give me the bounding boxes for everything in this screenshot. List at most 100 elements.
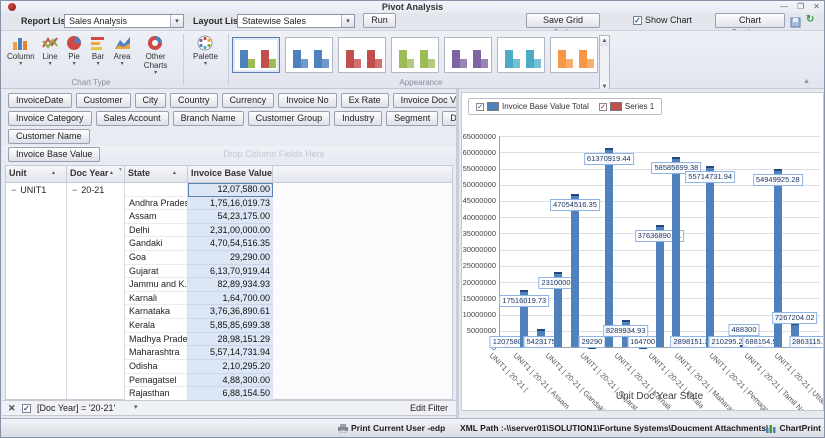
field-button-segment[interactable]: Segment (386, 111, 438, 126)
appearance-style-blue[interactable] (285, 37, 333, 73)
state-cell[interactable]: Karnali (125, 292, 188, 306)
doc-year-group-cell[interactable]: −20-21 (67, 183, 125, 399)
value-cell[interactable]: 5,57,14,731.94 (188, 346, 273, 360)
chart-designer-button[interactable]: Chart Designer (715, 13, 785, 28)
unit-group-cell[interactable]: −UNIT1 (6, 183, 67, 399)
appearance-style-green[interactable] (391, 37, 439, 73)
state-cell[interactable]: Jammu and K... (125, 278, 188, 292)
state-cell[interactable]: Delhi (125, 224, 188, 238)
value-cell[interactable]: 5,85,85,699.38 (188, 319, 273, 333)
area-chart-button[interactable]: Area ▾ (112, 34, 133, 77)
checkbox-check-icon[interactable]: ✓ (633, 16, 642, 25)
chart-bar[interactable] (706, 166, 714, 347)
state-cell[interactable]: Maharashtra (125, 346, 188, 360)
field-button-branch-name[interactable]: Branch Name (173, 111, 244, 126)
appearance-style-multicolor[interactable] (232, 37, 280, 73)
value-cell[interactable]: 3,76,36,890.61 (188, 305, 273, 319)
column-chart-button[interactable]: Column ▾ (5, 34, 37, 77)
value-cell[interactable]: 28,98,151.29 (188, 333, 273, 347)
scroll-up-icon[interactable]: ▲ (600, 36, 609, 46)
state-cell[interactable]: Karnataka (125, 305, 188, 319)
field-button-city[interactable]: City (135, 93, 167, 108)
appearance-style-orange[interactable] (550, 37, 598, 73)
field-button-currency[interactable]: Currency (222, 93, 275, 108)
value-cell[interactable]: 2,10,295.20 (188, 360, 273, 374)
field-button-invoice-no[interactable]: Invoice No (278, 93, 337, 108)
refresh-icon[interactable]: ↻ (806, 14, 814, 25)
edit-filter-link[interactable]: Edit Filter (410, 403, 448, 413)
field-button-ex-rate[interactable]: Ex Rate (341, 93, 389, 108)
value-cell[interactable]: 6,13,70,919.44 (188, 265, 273, 279)
field-button-sales-account[interactable]: Sales Account (96, 111, 169, 126)
column-header-value[interactable]: Invoice Base Value T... (188, 166, 273, 182)
column-header-state[interactable]: State▲ (125, 166, 188, 182)
state-cell[interactable]: Rajasthan (125, 387, 188, 401)
layout-list-combo[interactable]: Statewise Sales ▾ (237, 14, 355, 28)
value-cell[interactable]: 82,89,934.93 (188, 278, 273, 292)
field-button-invoice-category[interactable]: Invoice Category (8, 111, 92, 126)
column-drop-zone[interactable]: Invoice Base Value Drop Column Fields He… (2, 146, 456, 163)
minimize-icon[interactable]: — (780, 2, 788, 11)
state-cell[interactable]: Odisha (125, 360, 188, 374)
legend-checkbox[interactable]: ✓ (599, 103, 607, 111)
filter-expression[interactable]: [Doc Year] = '20-21' (37, 403, 115, 413)
column-header-doc-year[interactable]: Doc Year▲▼ (67, 166, 125, 182)
chevron-down-icon[interactable]: ▾ (170, 15, 183, 27)
close-icon[interactable]: ✕ (813, 2, 820, 11)
state-cell[interactable]: Pemagatsel (125, 374, 188, 388)
appearance-style-teal[interactable] (497, 37, 545, 73)
field-button-country[interactable]: Country (170, 93, 218, 108)
chart-bar[interactable] (656, 225, 664, 347)
chevron-down-icon[interactable]: ▾ (341, 15, 354, 27)
filter-close-icon[interactable]: ✕ (8, 403, 16, 414)
save-grid-style-button[interactable]: Save Grid Style (526, 13, 600, 28)
field-button-customer-name[interactable]: Customer Name (8, 129, 90, 144)
chart-bar[interactable] (672, 157, 680, 347)
value-cell[interactable]: 29,290.00 (188, 251, 273, 265)
ribbon-collapse-icon[interactable]: ▲ (803, 78, 810, 85)
field-button-customer[interactable]: Customer (76, 93, 131, 108)
chart-bar[interactable] (605, 148, 613, 347)
report-list-combo[interactable]: Sales Analysis ▾ (64, 14, 184, 28)
state-cell[interactable]: Kerala (125, 319, 188, 333)
value-cell[interactable]: 6,88,154.50 (188, 387, 273, 401)
show-chart-checkbox[interactable]: ✓ Show Chart (633, 15, 692, 25)
state-cell[interactable]: Assam (125, 210, 188, 224)
pie-chart-button[interactable]: Pie ▾ (64, 34, 85, 77)
other-charts-button[interactable]: Other Charts ▾ (136, 34, 176, 77)
line-chart-button[interactable]: Line ▾ (40, 34, 61, 77)
field-button-industry[interactable]: Industry (334, 111, 382, 126)
state-cell[interactable]: Gandaki (125, 237, 188, 251)
state-cell[interactable]: Madhya Prade... (125, 333, 188, 347)
state-cell[interactable] (125, 183, 188, 197)
field-button-customer-group[interactable]: Customer Group (248, 111, 331, 126)
value-cell[interactable]: 4,70,54,516.35 (188, 237, 273, 251)
run-button[interactable]: Run (363, 13, 396, 28)
palette-button[interactable]: Palette ▾ (191, 34, 220, 68)
chart-print-button[interactable]: ChartPrint (766, 423, 821, 433)
value-cell[interactable]: 4,88,300.00 (188, 374, 273, 388)
filter-checkbox[interactable]: ✓ (22, 404, 31, 413)
appearance-style-red[interactable] (338, 37, 386, 73)
value-cell[interactable]: 54,23,175.00 (188, 210, 273, 224)
maximize-icon[interactable]: ❐ (797, 2, 804, 11)
bar-chart-button[interactable]: Bar ▾ (88, 34, 109, 77)
value-cell[interactable]: 2,31,00,000.00 (188, 224, 273, 238)
status-bar: Print Current User -edp XML Path :-\\ser… (1, 418, 824, 437)
field-button-invoice-base-value[interactable]: Invoice Base Value (8, 147, 100, 162)
collapse-icon[interactable]: − (72, 185, 77, 195)
collapse-icon[interactable]: − (11, 185, 16, 195)
field-button-invoicedate[interactable]: InvoiceDate (8, 93, 72, 108)
chart-bar[interactable] (571, 194, 579, 347)
value-cell[interactable]: 12,07,580.00 (188, 183, 273, 197)
state-cell[interactable]: Gujarat (125, 265, 188, 279)
column-header-unit[interactable]: Unit▲ (6, 166, 67, 182)
chevron-down-icon[interactable]: ▾ (134, 403, 138, 411)
print-button[interactable]: Print (338, 423, 370, 433)
state-cell[interactable]: Andhra Pradesh (125, 197, 188, 211)
state-cell[interactable]: Goa (125, 251, 188, 265)
value-cell[interactable]: 1,75,16,019.73 (188, 197, 273, 211)
value-cell[interactable]: 1,64,700.00 (188, 292, 273, 306)
legend-checkbox[interactable]: ✓ (476, 103, 484, 111)
appearance-style-purple[interactable] (444, 37, 492, 73)
